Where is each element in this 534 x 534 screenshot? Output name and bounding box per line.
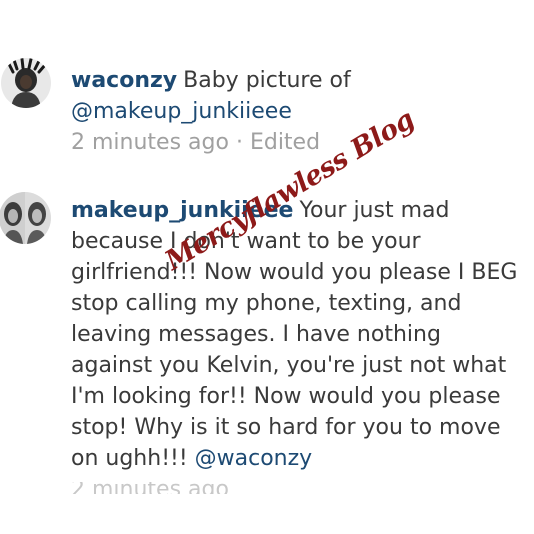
comment-makeup-junkiieee: makeup_junkiieee Your just mad because I … — [0, 180, 534, 534]
edited-label: Edited — [249, 130, 321, 155]
meta-separator: · — [235, 130, 243, 155]
comment-text: Your just mad because I don't want to be… — [71, 198, 518, 471]
avatar-makeup-junkiieee[interactable] — [0, 192, 51, 244]
username-link[interactable]: waconzy — [71, 68, 177, 93]
mention-link[interactable]: @waconzy — [195, 446, 313, 471]
comment-text: Baby picture of — [183, 68, 351, 93]
mention-link[interactable]: @makeup_junkiieee — [71, 99, 292, 124]
username-link[interactable]: makeup_junkiieee — [71, 198, 293, 223]
comment-timestamp-clipped: 2 minutes ago — [71, 482, 229, 494]
avatar-makeup-junkiieee-image — [0, 192, 51, 244]
avatar-waconzy[interactable] — [1, 58, 51, 108]
comment-body-makeup-junkiieee: makeup_junkiieee Your just mad because I … — [71, 195, 521, 474]
comment-body-waconzy: waconzy Baby picture of @makeup_junkiieee… — [71, 65, 521, 158]
comment-timestamp: 2 minutes ago — [71, 130, 229, 155]
avatar-waconzy-image — [1, 58, 51, 108]
comment-waconzy: waconzy Baby picture of @makeup_junkiieee… — [0, 0, 534, 180]
